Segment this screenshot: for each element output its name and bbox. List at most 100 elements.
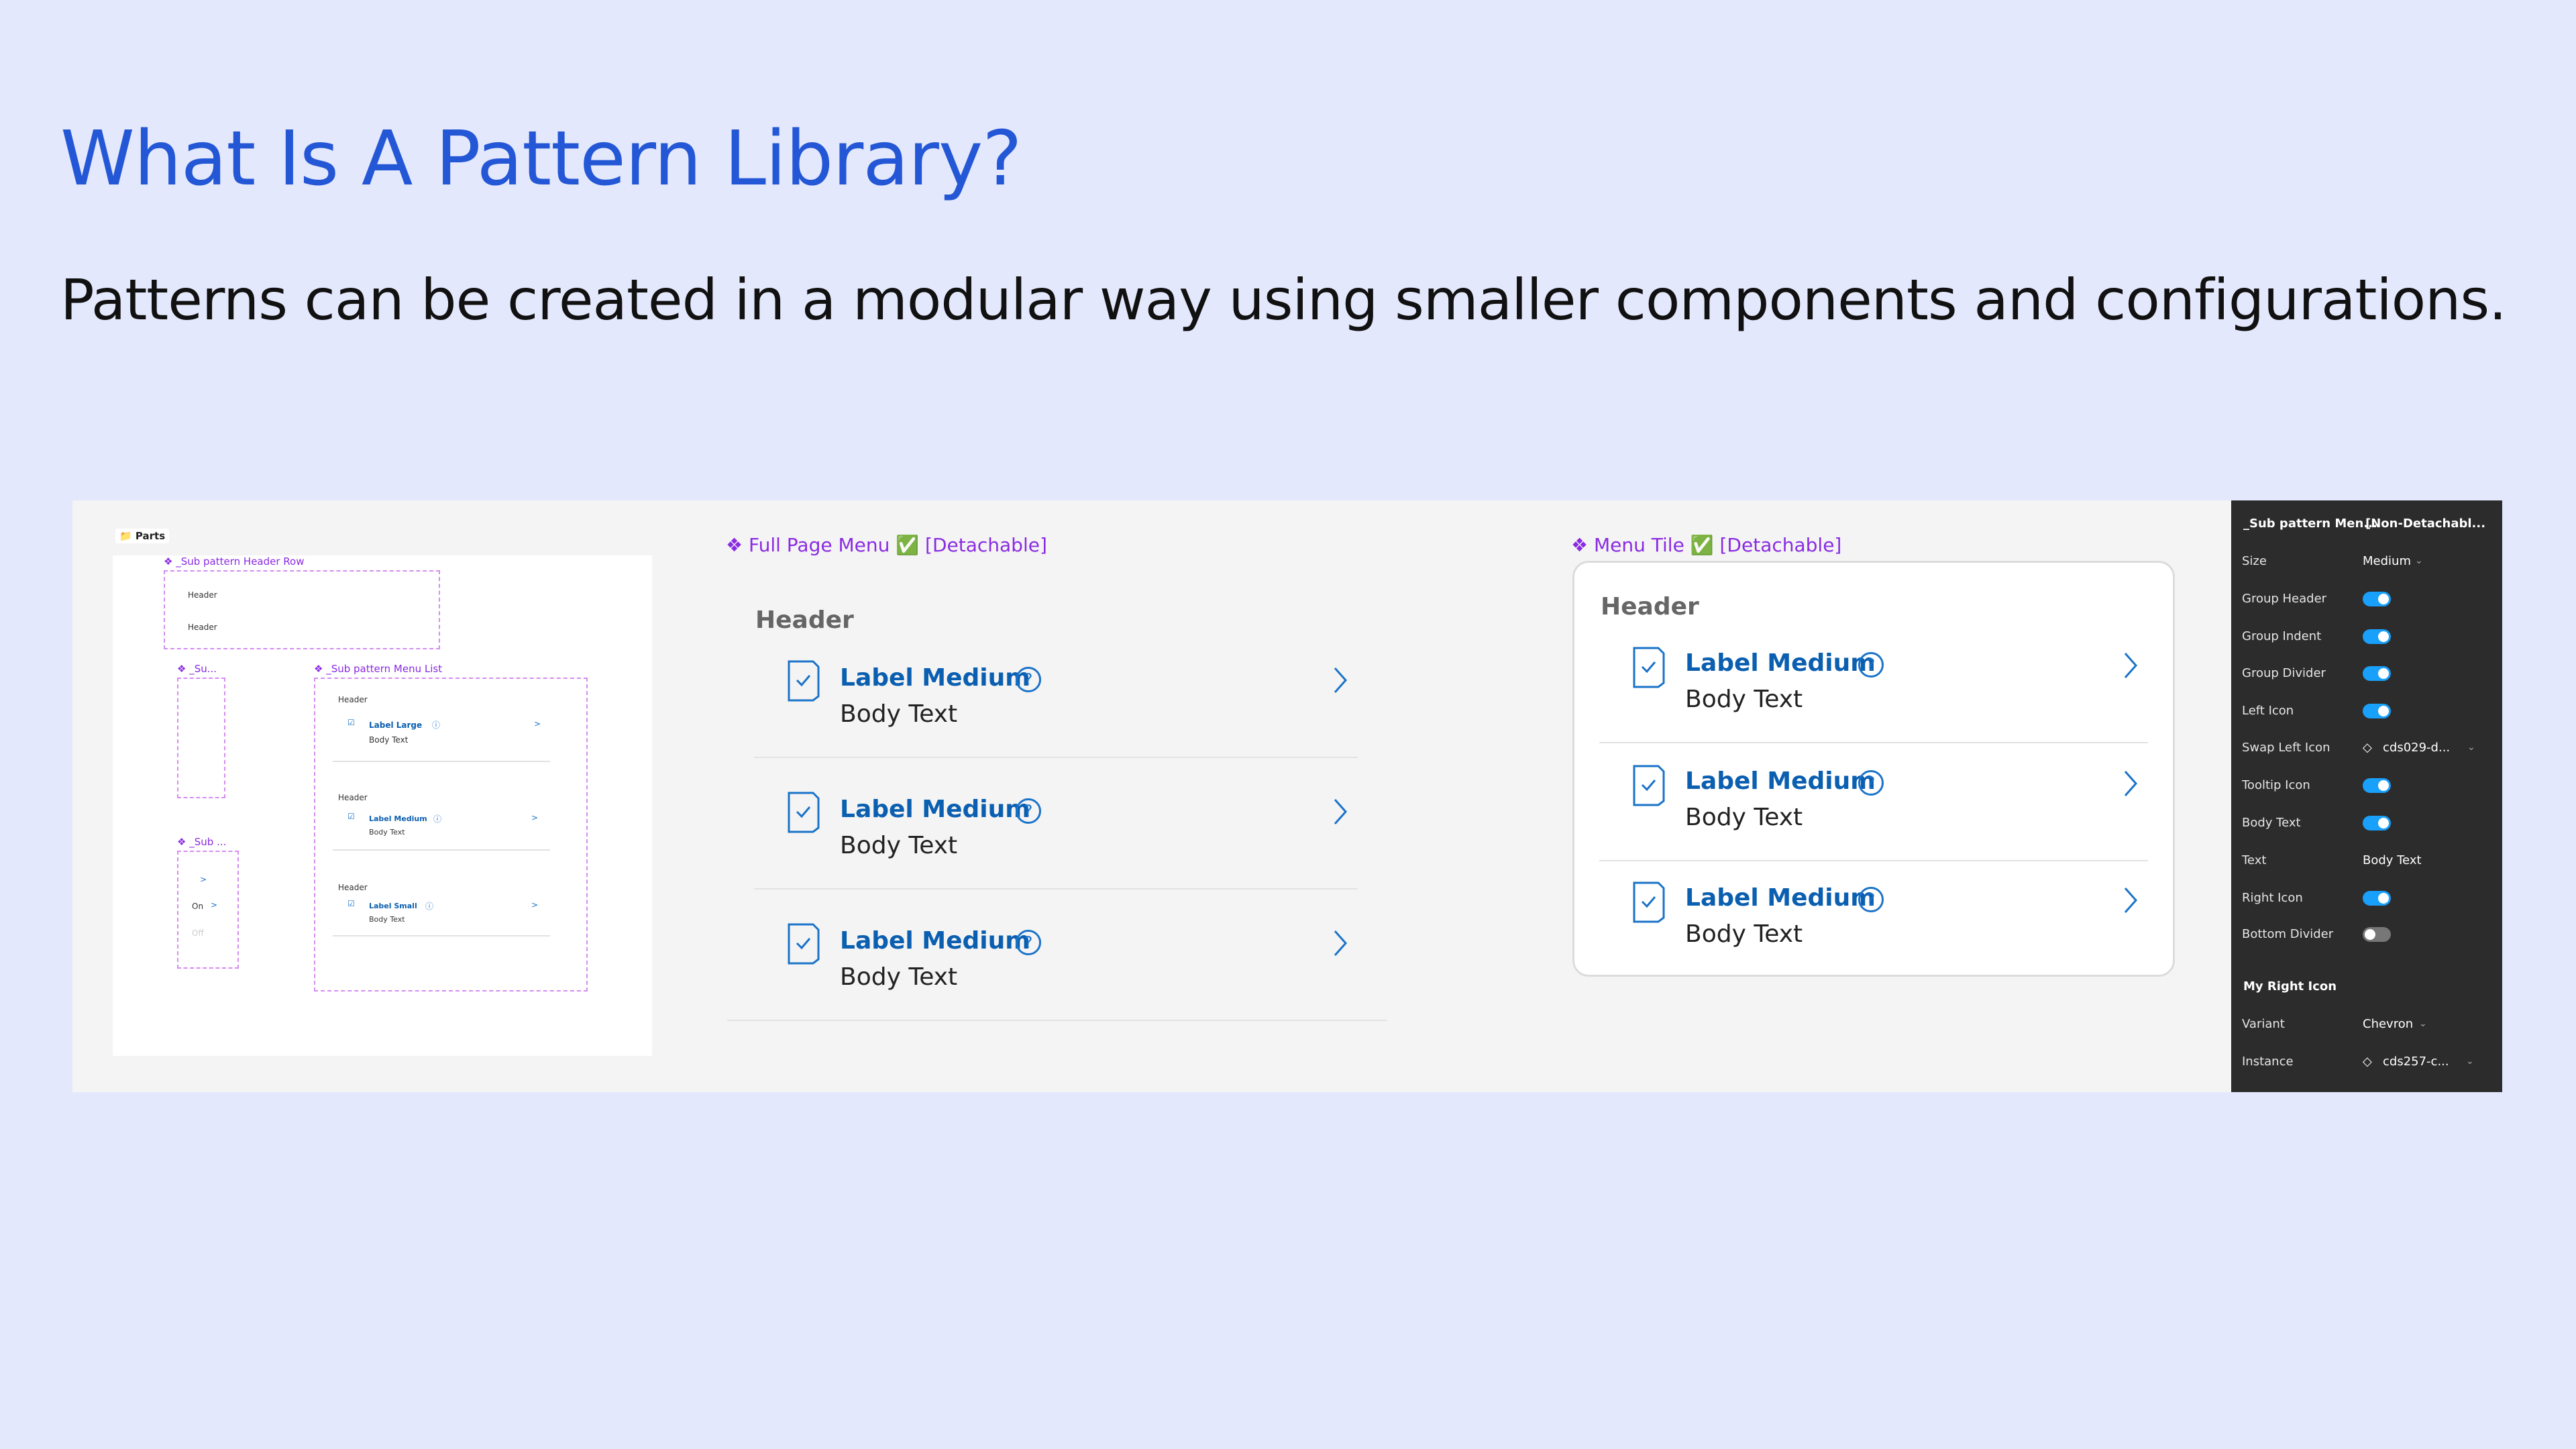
chevron-down-icon[interactable]: ⌄: [2466, 1056, 2474, 1067]
menu-list-header: Header: [338, 883, 368, 892]
chevron-right-icon: >: [200, 875, 207, 884]
prop-label-right-icon: Right Icon: [2242, 891, 2303, 905]
menu-list-item-label[interactable]: Label Medium: [369, 814, 427, 823]
header-row-label[interactable]: ❖ _Sub pattern Header Row: [164, 555, 305, 568]
divider: [754, 757, 1358, 758]
slide-subtitle: Patterns can be created in a modular way…: [60, 267, 2507, 333]
chevron-right-icon[interactable]: [2121, 649, 2140, 684]
chevron-right-icon: >: [534, 719, 541, 729]
document-check-icon: ☑: [347, 899, 355, 908]
sub-pattern-2-component[interactable]: [177, 851, 239, 969]
menu-row-body: Body Text: [840, 963, 958, 991]
my-right-icon-section-title: My Right Icon: [2243, 979, 2337, 994]
body-text-toggle[interactable]: [2363, 816, 2391, 830]
help-icon[interactable]: ?: [1858, 770, 1884, 796]
prop-label-group-header: Group Header: [2242, 592, 2327, 606]
prop-label-left-icon: Left Icon: [2242, 704, 2294, 718]
menu-list-header: Header: [338, 793, 368, 802]
help-icon[interactable]: ?: [1016, 667, 1041, 692]
menu-row-label[interactable]: Label Medium: [1685, 884, 1876, 912]
help-icon[interactable]: ?: [1858, 652, 1884, 678]
document-check-icon: [786, 659, 821, 706]
menu-row-body: Body Text: [1685, 920, 1803, 948]
menu-row-body: Body Text: [840, 700, 958, 728]
prop-label-swap-left-icon: Swap Left Icon: [2242, 741, 2330, 755]
menu-list-item-label[interactable]: Label Large: [369, 720, 422, 730]
sub-pattern-1-component[interactable]: [177, 678, 225, 798]
size-select[interactable]: Medium: [2363, 554, 2411, 568]
divider: [727, 1020, 1387, 1021]
group-divider-toggle[interactable]: [2363, 666, 2391, 681]
menu-row-label[interactable]: Label Medium: [1685, 649, 1876, 677]
menu-list-label[interactable]: ❖ _Sub pattern Menu List: [314, 663, 442, 675]
swap-left-icon-select[interactable]: cds029-d...: [2383, 741, 2450, 755]
text-field[interactable]: Body Text: [2363, 853, 2422, 867]
menu-row-label[interactable]: Label Medium: [840, 796, 1030, 823]
prop-label-group-indent: Group Indent: [2242, 629, 2322, 643]
help-icon[interactable]: ?: [1016, 798, 1041, 824]
menu-row-label[interactable]: Label Medium: [1685, 767, 1876, 795]
document-check-icon: ☑: [347, 812, 355, 821]
component-tag: [Non-Detachabl...: [2365, 517, 2486, 531]
group-header-toggle[interactable]: [2363, 592, 2391, 606]
prop-label-tooltip-icon: Tooltip Icon: [2242, 778, 2310, 792]
menu-list-item-label[interactable]: Label Small: [369, 902, 417, 910]
chevron-right-icon[interactable]: [1331, 664, 1350, 699]
properties-panel: [2231, 500, 2502, 1092]
chevron-right-icon[interactable]: [1331, 796, 1350, 830]
chevron-right-icon[interactable]: [2121, 884, 2140, 919]
chevron-down-icon[interactable]: ⌄: [2419, 1018, 2427, 1029]
menu-list-component[interactable]: [314, 678, 588, 991]
header-row-line-1: Header: [188, 590, 217, 600]
prop-label-variant: Variant: [2242, 1017, 2285, 1031]
document-check-icon: [786, 922, 821, 969]
document-check-icon: [786, 790, 821, 837]
divider: [754, 888, 1358, 890]
menu-row-label[interactable]: Label Medium: [840, 664, 1030, 692]
prop-label-size: Size: [2242, 554, 2267, 568]
parts-frame-label[interactable]: 📁 Parts: [115, 529, 170, 543]
prop-label-text: Text: [2242, 853, 2267, 867]
document-check-icon: ☑: [347, 718, 355, 727]
menu-list-item-body: Body Text: [369, 828, 405, 837]
sub-pattern-1-label[interactable]: ❖ _Su...: [177, 663, 217, 675]
document-check-icon: [1631, 880, 1666, 927]
chevron-right-icon: >: [211, 900, 218, 910]
menu-row-label[interactable]: Label Medium: [840, 927, 1030, 955]
full-page-menu-header: Header: [755, 606, 854, 634]
menu-list-item-body: Body Text: [369, 735, 409, 745]
sub-pattern-2-off: Off: [192, 928, 204, 938]
menu-row-body: Body Text: [1685, 686, 1803, 713]
prop-label-body-text: Body Text: [2242, 816, 2301, 830]
help-icon: ⓘ: [433, 814, 442, 824]
prop-label-bottom-divider: Bottom Divider: [2242, 927, 2334, 941]
chevron-right-icon: >: [531, 813, 539, 822]
group-indent-toggle[interactable]: [2363, 629, 2391, 644]
help-icon: ⓘ: [425, 902, 434, 911]
full-page-menu-title[interactable]: ❖ Full Page Menu ✅ [Detachable]: [726, 534, 1047, 556]
menu-tile-header: Header: [1601, 593, 1699, 621]
instance-icon: ◇: [2363, 741, 2372, 755]
help-icon[interactable]: ?: [1016, 930, 1041, 955]
divider: [333, 761, 550, 762]
chevron-down-icon[interactable]: ⌄: [2415, 555, 2423, 566]
folder-icon: 📁: [119, 530, 132, 542]
chevron-right-icon[interactable]: [2121, 767, 2140, 802]
sub-pattern-2-label[interactable]: ❖ _Sub ...: [177, 836, 226, 848]
help-icon[interactable]: ?: [1858, 887, 1884, 912]
tooltip-icon-toggle[interactable]: [2363, 778, 2391, 793]
chevron-down-icon[interactable]: ⌄: [2467, 742, 2475, 753]
header-row-component[interactable]: [164, 570, 440, 649]
right-icon-toggle[interactable]: [2363, 891, 2391, 906]
chevron-right-icon[interactable]: [1331, 927, 1350, 962]
menu-row-body: Body Text: [1685, 804, 1803, 831]
left-icon-toggle[interactable]: [2363, 704, 2391, 718]
prop-label-group-divider: Group Divider: [2242, 666, 2326, 680]
slide-title: What Is A Pattern Library?: [60, 115, 1022, 203]
menu-tile-title[interactable]: ❖ Menu Tile ✅ [Detachable]: [1571, 534, 1841, 556]
instance-select[interactable]: cds257-c...: [2383, 1055, 2449, 1069]
instance-icon: ◇: [2363, 1055, 2372, 1069]
document-check-icon: [1631, 645, 1666, 692]
variant-select[interactable]: Chevron: [2363, 1017, 2413, 1031]
bottom-divider-toggle[interactable]: [2363, 927, 2391, 942]
